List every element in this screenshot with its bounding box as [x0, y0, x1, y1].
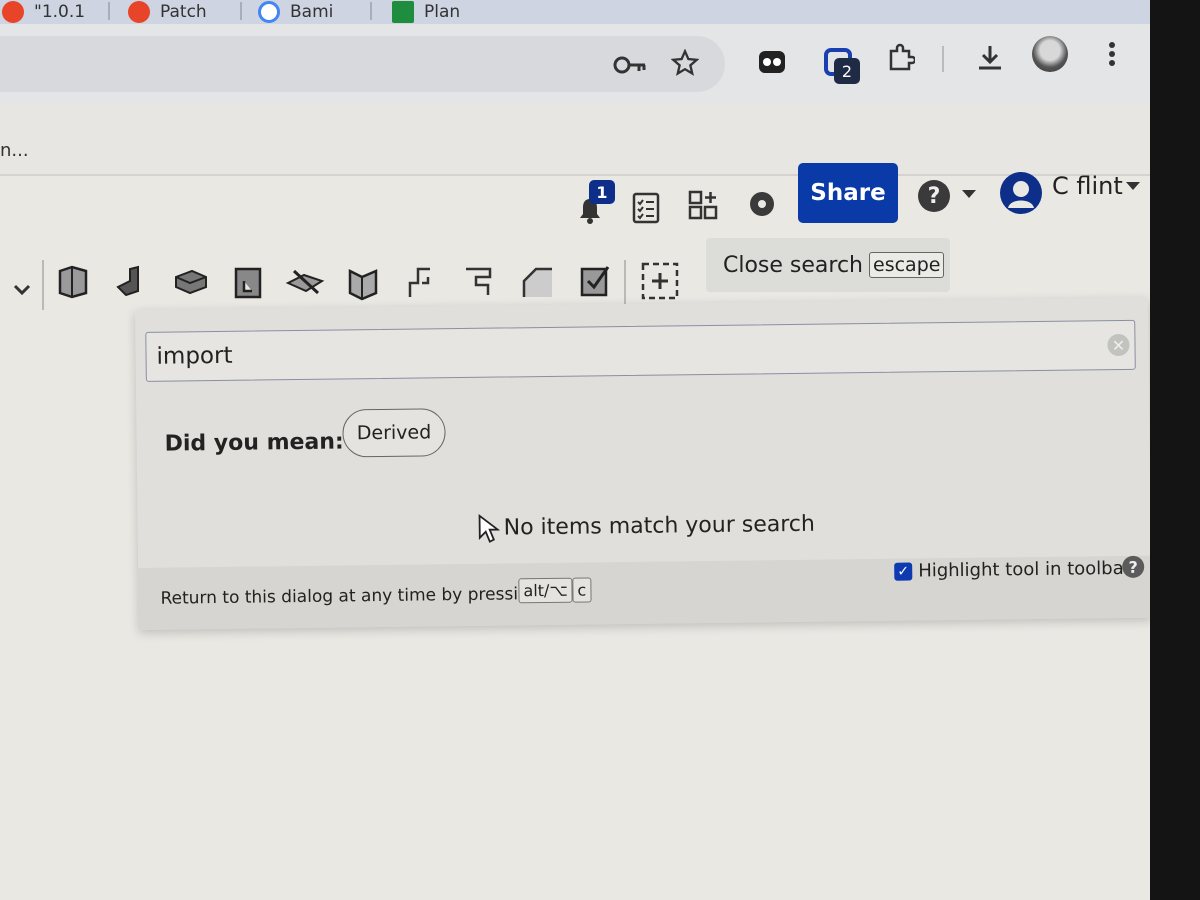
browser-tab[interactable]: "1.0.1 [2, 0, 85, 24]
tab-label: Bami [290, 2, 334, 22]
user-name[interactable]: C flint [1052, 172, 1123, 200]
mouse-cursor-icon [478, 513, 500, 543]
google-icon [258, 1, 280, 23]
extension-icon[interactable] [754, 44, 790, 80]
help-icon[interactable]: ? [918, 180, 950, 212]
chamfer-icon[interactable] [574, 261, 616, 303]
sweep-icon[interactable] [170, 261, 212, 303]
screen-bezel [1150, 0, 1200, 900]
did-you-mean-label: Did you mean: [164, 429, 344, 457]
apps-grid-icon[interactable] [684, 186, 722, 224]
escape-key-hint: escape [869, 252, 945, 278]
chevron-down-icon[interactable] [1126, 182, 1140, 190]
revolve-icon[interactable] [112, 261, 154, 303]
highlight-checkbox[interactable]: ✓ [894, 562, 913, 581]
checklist-icon[interactable] [628, 188, 664, 228]
share-button[interactable]: Share [798, 163, 898, 223]
browser-tab[interactable]: Bami [258, 0, 333, 24]
tab-divider [108, 2, 110, 20]
puzzle-icon[interactable] [880, 40, 920, 76]
key-icon[interactable] [612, 50, 648, 80]
toolbar-divider [942, 46, 944, 72]
highlight-label[interactable]: Highlight tool in toolbar [918, 558, 1131, 582]
close-search-button[interactable]: Close search escape [706, 238, 950, 292]
close-search-label: Close search [723, 252, 864, 278]
tab-label: Patch [160, 2, 207, 22]
add-tool-icon[interactable] [640, 261, 682, 303]
tool-search-dialog: ✕ Did you mean: Derived No items match y… [135, 297, 1152, 630]
tab-label: "1.0.1 [34, 2, 86, 22]
browser-tab[interactable]: Patch [128, 0, 207, 24]
toolbar-divider [624, 260, 626, 310]
tab-strip: "1.0.1 Patch Bami Plan [0, 0, 1150, 24]
shell-icon[interactable] [342, 261, 384, 303]
shortcut-key: c [572, 577, 592, 603]
tab-divider [240, 2, 242, 20]
hole-icon[interactable] [458, 261, 500, 303]
tab-divider [370, 2, 372, 20]
fillet-icon[interactable] [516, 261, 558, 303]
no-results-message: No items match your search [503, 511, 816, 541]
profile-avatar[interactable] [1032, 36, 1068, 72]
loft-icon[interactable] [228, 261, 270, 303]
shortcut-key: alt/⌥ [518, 577, 573, 604]
thicken-icon[interactable] [284, 261, 326, 303]
browser-tab[interactable]: Plan [392, 0, 460, 24]
clear-search-icon[interactable]: ✕ [1107, 333, 1130, 357]
sheets-icon [392, 1, 414, 23]
tool-search-input[interactable] [145, 319, 1136, 382]
notification-badge: 1 [589, 180, 615, 204]
tab-label: Plan [424, 2, 461, 22]
dropdown-icon[interactable] [962, 190, 976, 198]
more-icon[interactable] [1100, 36, 1124, 72]
gear-brain-icon[interactable] [744, 186, 780, 222]
toolbar-divider [42, 260, 44, 310]
avatar-icon[interactable] [1000, 172, 1042, 214]
star-icon[interactable] [668, 46, 702, 80]
reddit-icon [128, 1, 150, 23]
bookmark-item[interactable]: n... [0, 140, 29, 161]
reddit-icon [2, 1, 24, 23]
help-icon[interactable]: ? [1122, 555, 1145, 578]
download-icon[interactable] [970, 40, 1010, 76]
chevron-down-icon[interactable] [10, 278, 34, 302]
extrude-icon[interactable] [52, 261, 94, 303]
rib-icon[interactable] [400, 261, 442, 303]
bookmarks-bar [0, 104, 1150, 176]
extension-badge: 2 [834, 58, 860, 84]
suggestion-chip[interactable]: Derived [342, 408, 446, 458]
